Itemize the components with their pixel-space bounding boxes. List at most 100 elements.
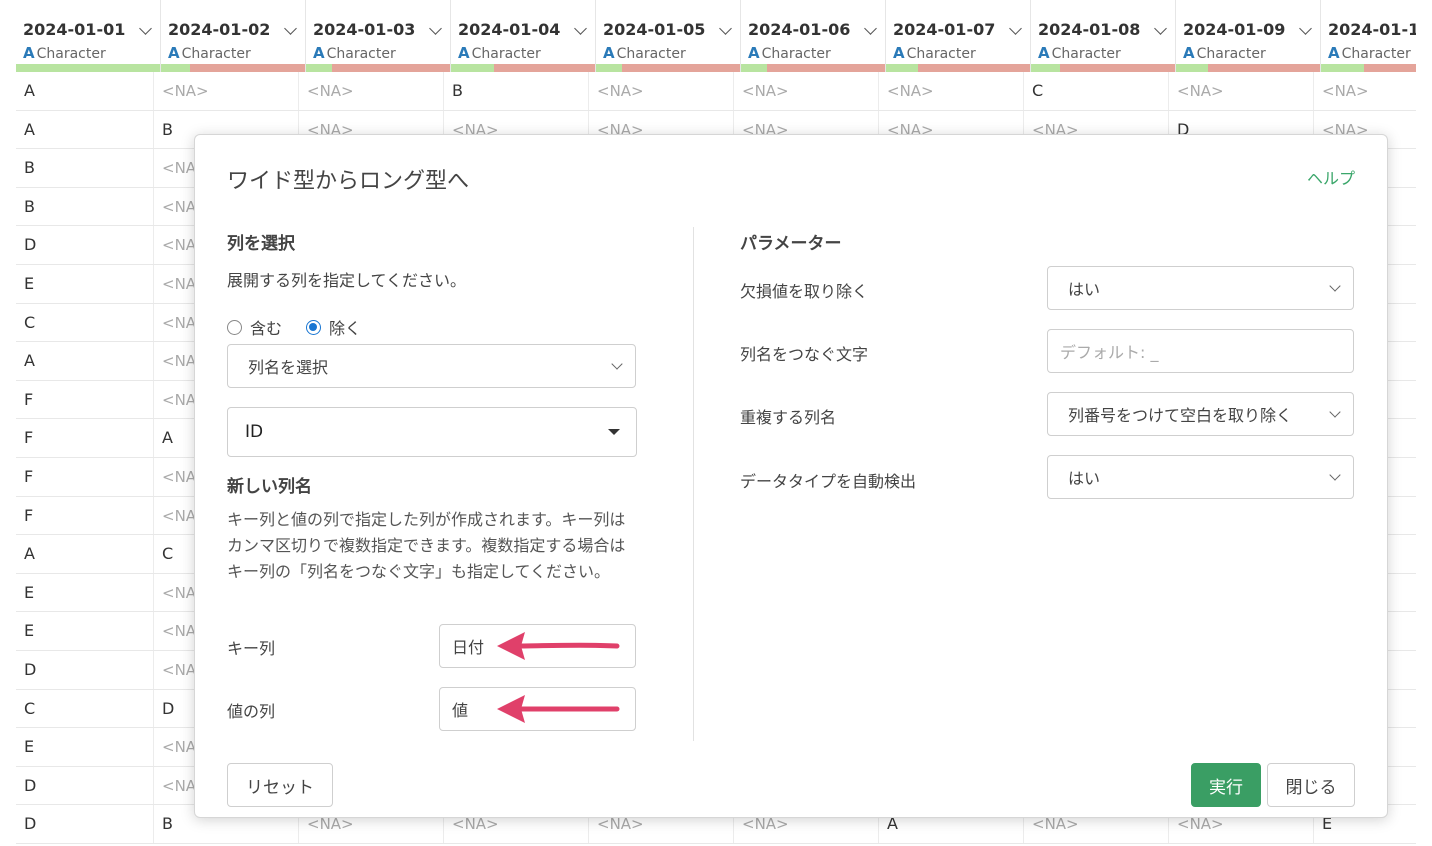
radio-include[interactable]	[227, 319, 242, 335]
table-cell[interactable]: B	[444, 72, 589, 110]
table-cell[interactable]: <NA>	[734, 72, 879, 110]
quality-bar	[451, 64, 595, 72]
table-cell[interactable]: E	[16, 612, 154, 650]
table-cell[interactable]: D	[16, 766, 154, 805]
close-button[interactable]: 閉じる	[1267, 763, 1355, 807]
chevron-down-icon[interactable]	[719, 22, 732, 35]
chevron-down-icon	[1329, 469, 1341, 481]
character-type-icon: A	[603, 44, 615, 62]
table-cell[interactable]: <NA>	[1169, 72, 1314, 110]
character-type-icon: A	[893, 44, 905, 62]
column-header[interactable]: 2024-01-03 A Character	[306, 0, 451, 72]
character-type-icon: A	[458, 44, 470, 62]
caret-down-icon	[608, 429, 620, 435]
chevron-down-icon[interactable]	[1009, 22, 1022, 35]
key-column-value: 日付	[452, 638, 485, 657]
table-cell[interactable]: F	[16, 419, 154, 457]
annotation-arrow-icon	[497, 632, 620, 660]
selected-columns-box[interactable]: ID	[227, 407, 637, 457]
column-type: A Character	[458, 44, 541, 62]
table-cell[interactable]: F	[16, 457, 154, 496]
table-cell[interactable]: E	[16, 573, 154, 612]
duplicate-names-select[interactable]: 列番号をつけて空白を取り除く	[1047, 392, 1354, 436]
table-cell[interactable]: <NA>	[589, 72, 734, 110]
table-cell[interactable]: D	[16, 226, 154, 264]
table-row: A <NA> <NA> B <NA> <NA> <NA> C <NA> <NA>	[16, 72, 1416, 111]
help-link[interactable]: ヘルプ	[1307, 165, 1355, 189]
table-cell[interactable]: C	[16, 303, 154, 342]
quality-bar	[1321, 64, 1416, 72]
column-header[interactable]: 2024-01-05 A Character	[596, 0, 741, 72]
new-columns-title: 新しい列名	[227, 477, 312, 497]
chevron-down-icon[interactable]	[429, 22, 442, 35]
column-header[interactable]: 2024-01-06 A Character	[741, 0, 886, 72]
key-column-label: キー列	[227, 639, 276, 658]
table-cell[interactable]: A	[16, 342, 154, 380]
column-name: 2024-01-09	[1183, 20, 1286, 39]
table-cell[interactable]: D	[16, 805, 154, 843]
column-header[interactable]: 2024-01-09 A Character	[1176, 0, 1321, 72]
annotation-arrow-icon	[497, 695, 620, 723]
name-separator-label: 列名をつなぐ文字	[740, 345, 869, 364]
column-type: A Character	[1183, 44, 1266, 62]
chevron-down-icon[interactable]	[1299, 22, 1312, 35]
column-type: A Character	[893, 44, 976, 62]
auto-type-label: データタイプを自動検出	[740, 472, 917, 491]
column-header[interactable]: 2024-01-04 A Character	[451, 0, 596, 72]
column-name: 2024-01-03	[313, 20, 416, 39]
name-separator-input[interactable]: デフォルト: _	[1047, 329, 1354, 373]
radio-exclude-label[interactable]: 除く	[329, 315, 361, 339]
column-type: A Character	[23, 44, 106, 62]
radio-exclude[interactable]	[306, 319, 322, 335]
parameters-title: パラメーター	[740, 234, 842, 254]
table-cell[interactable]: E	[16, 728, 154, 766]
column-header[interactable]: 2024-01-07 A Character	[886, 0, 1031, 72]
table-cell[interactable]: <NA>	[154, 72, 299, 110]
table-cell[interactable]: <NA>	[299, 72, 444, 110]
table-cell[interactable]: <NA>	[1314, 72, 1416, 110]
table-cell[interactable]: C	[16, 689, 154, 728]
chevron-down-icon[interactable]	[139, 22, 152, 35]
chevron-down-icon[interactable]	[1154, 22, 1167, 35]
chevron-down-icon[interactable]	[574, 22, 587, 35]
column-name: 2024-01-04	[458, 20, 561, 39]
column-name: 2024-01-06	[748, 20, 851, 39]
column-name-select[interactable]: 列名を選択	[227, 344, 636, 388]
column-header[interactable]: 2024-01-01 A Character	[16, 0, 161, 72]
table-cell[interactable]: A	[16, 72, 154, 110]
auto-type-select[interactable]: はい	[1047, 455, 1354, 499]
chevron-down-icon[interactable]	[284, 22, 297, 35]
remove-na-select[interactable]: はい	[1047, 266, 1354, 310]
table-cell[interactable]: B	[16, 149, 154, 187]
value-column-label: 値の列	[227, 702, 276, 721]
table-cell[interactable]: D	[16, 650, 154, 689]
chevron-down-icon[interactable]	[864, 22, 877, 35]
new-columns-desc: キー列と値の列で指定した列が作成されます。キー列はカンマ区切りで複数指定できます…	[227, 510, 626, 581]
chevron-down-icon	[1329, 406, 1341, 418]
table-cell[interactable]: C	[1024, 72, 1169, 110]
auto-type-value: はい	[1068, 469, 1101, 488]
column-header[interactable]: 2024-01-02 A Character	[161, 0, 306, 72]
duplicate-names-label: 重複する列名	[740, 408, 837, 427]
run-button[interactable]: 実行	[1191, 763, 1261, 807]
column-type: A Character	[168, 44, 251, 62]
select-columns-desc: 展開する列を指定してください。	[227, 271, 467, 290]
table-cell[interactable]: <NA>	[879, 72, 1024, 110]
table-cell[interactable]: E	[16, 264, 154, 303]
table-cell[interactable]: B	[16, 187, 154, 226]
radio-include-label[interactable]: 含む	[250, 315, 282, 339]
column-name-select-placeholder: 列名を選択	[248, 358, 329, 377]
column-header[interactable]: 2024-01-10 ACharacter	[1321, 0, 1416, 72]
column-header[interactable]: 2024-01-08 A Character	[1031, 0, 1176, 72]
table-cell[interactable]: F	[16, 496, 154, 535]
table-cell[interactable]: A	[16, 535, 154, 573]
remove-na-value: はい	[1068, 280, 1101, 299]
table-cell[interactable]: A	[16, 110, 154, 149]
table-cell[interactable]: F	[16, 380, 154, 419]
duplicate-names-value: 列番号をつけて空白を取り除く	[1068, 406, 1293, 425]
remove-na-label: 欠損値を取り除く	[740, 282, 869, 301]
column-name: 2024-01-01	[23, 20, 126, 39]
reset-button[interactable]: リセット	[227, 763, 333, 807]
quality-bar	[1031, 64, 1175, 72]
column-name: 2024-01-02	[168, 20, 271, 39]
